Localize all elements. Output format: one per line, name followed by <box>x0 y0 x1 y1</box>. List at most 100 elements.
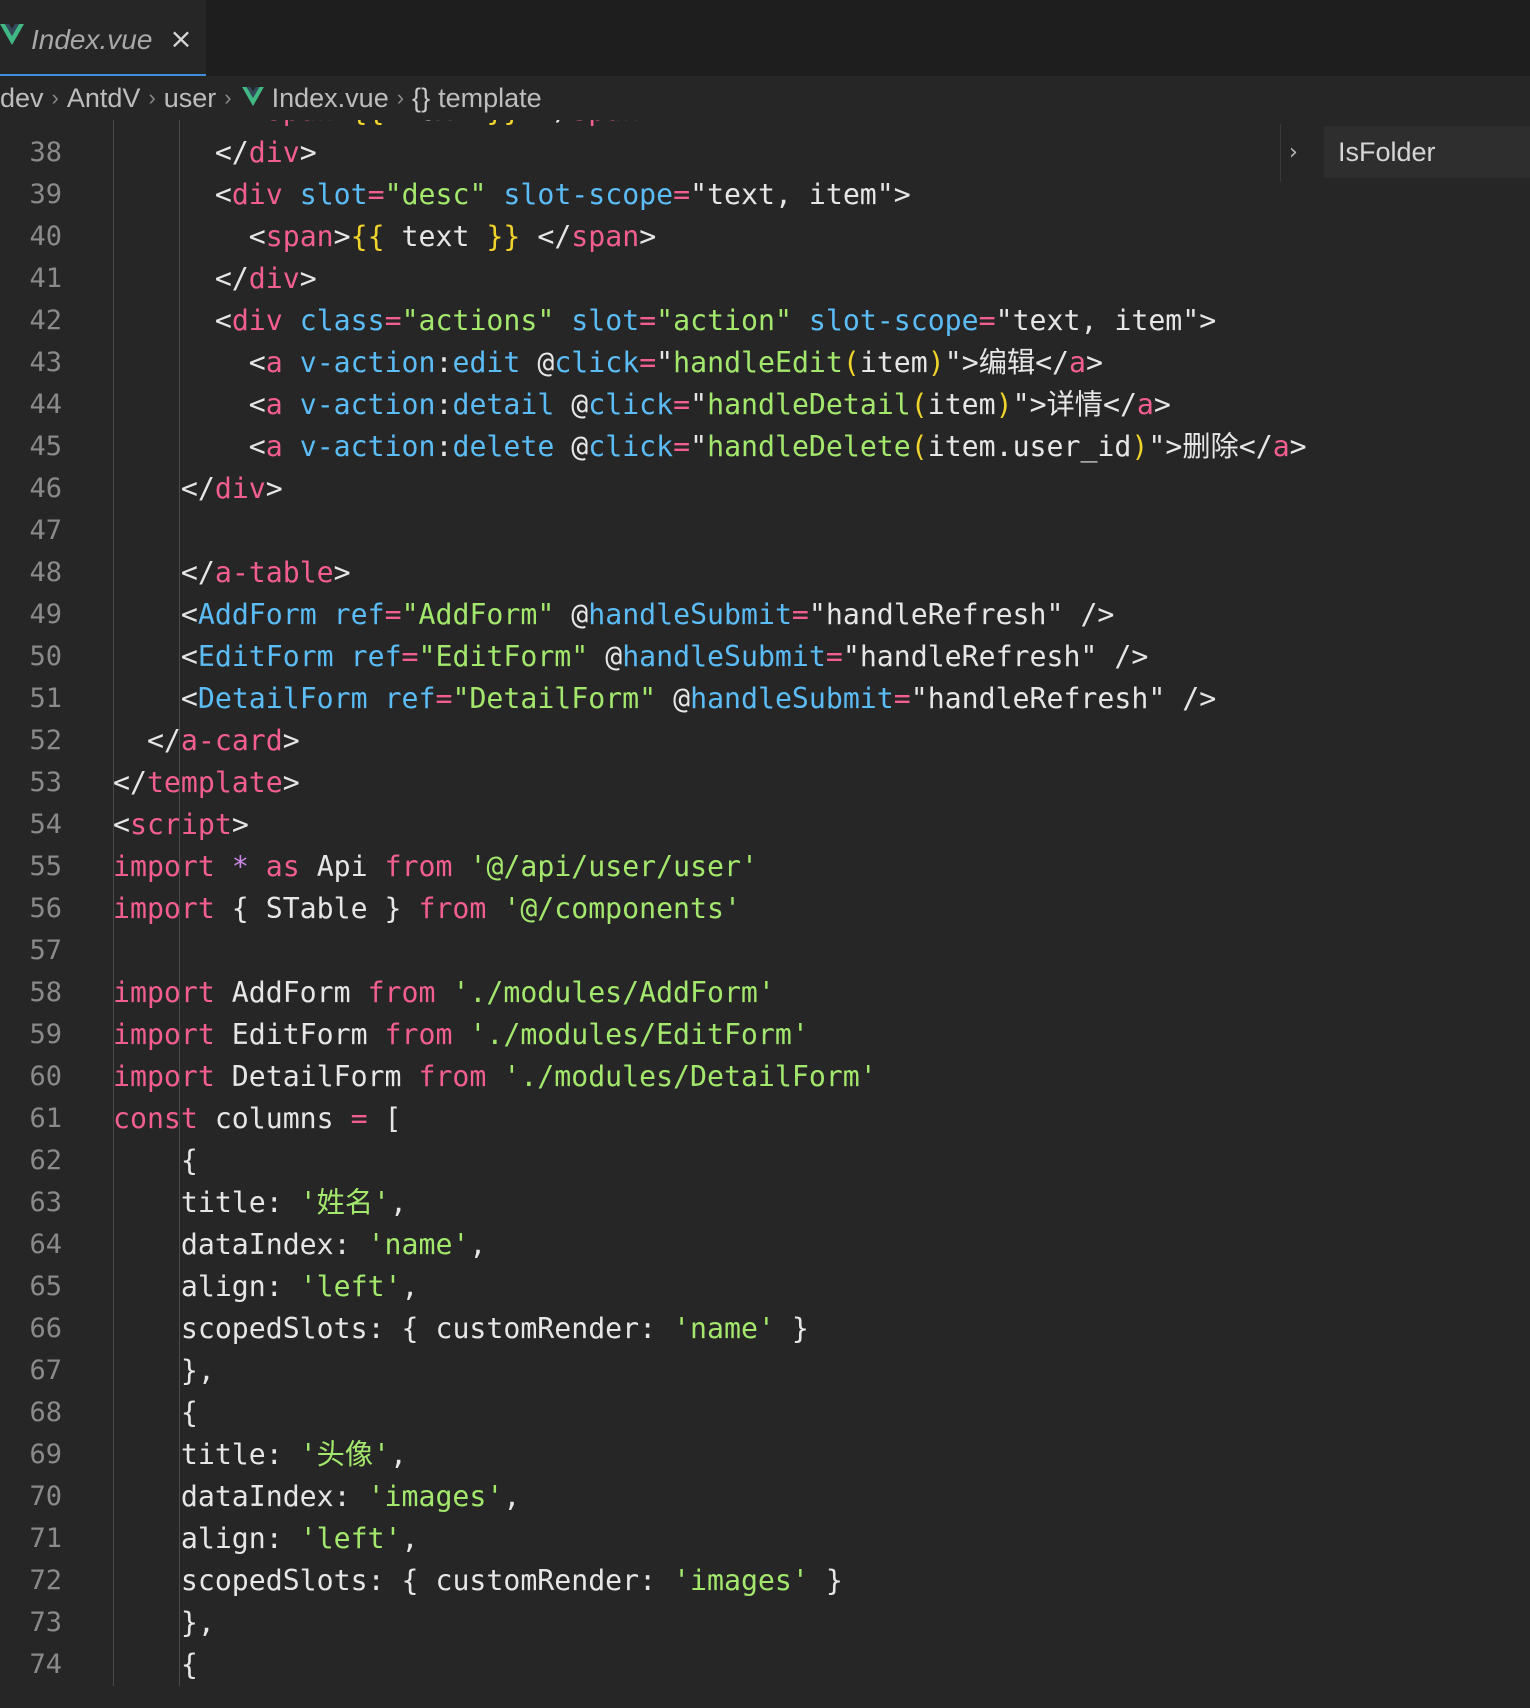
code-text: <a v-action:delete @click="handleDelete(… <box>248 430 1307 463</box>
line-number: 47 <box>29 515 62 546</box>
line-number: 61 <box>29 1103 62 1134</box>
code-text: title: '头像', <box>180 1438 408 1471</box>
breadcrumb-item-user[interactable]: user <box>164 83 217 114</box>
code-line[interactable]: 44 <a v-action:detail @click="handleDeta… <box>0 384 1530 426</box>
code-line[interactable]: 60 import DetailForm from './modules/Deta… <box>0 1056 1530 1098</box>
tab-bar: Index.vue × <box>0 0 1530 76</box>
code-line[interactable]: 61 const columns = [ <box>0 1098 1530 1140</box>
code-text: </div> <box>214 262 317 295</box>
code-text: <a v-action:detail @click="handleDetail(… <box>248 388 1171 421</box>
line-number: 65 <box>29 1271 62 1302</box>
code-line[interactable]: 54 <script> <box>0 804 1530 846</box>
breadcrumb-item-template[interactable]: template <box>438 83 542 114</box>
code-line[interactable]: 66 scopedSlots: { customRender: 'name' } <box>0 1308 1530 1350</box>
line-number: 74 <box>29 1649 62 1680</box>
chevron-right-icon: › <box>148 85 156 110</box>
code-line[interactable]: 57 <box>0 930 1530 972</box>
code-text: align: 'left', <box>180 1270 419 1303</box>
line-number: 67 <box>29 1355 62 1386</box>
code-text: import DetailForm from './modules/Detail… <box>113 1060 877 1093</box>
code-line[interactable]: 69 title: '头像', <box>0 1434 1530 1476</box>
code-line[interactable]: 49 <AddForm ref="AddForm" @handleSubmit=… <box>0 594 1530 636</box>
code-line[interactable]: 58 import AddForm from './modules/AddForm… <box>0 972 1530 1014</box>
vue-icon <box>241 83 264 114</box>
line-number: 68 <box>29 1397 62 1428</box>
code-text: <DetailForm ref="DetailForm" @handleSubm… <box>180 682 1217 715</box>
line-number: 45 <box>29 431 62 462</box>
line-number: 41 <box>29 263 62 294</box>
code-text: <script> <box>113 808 249 841</box>
vue-icon <box>0 24 24 50</box>
code-text: }, <box>113 1354 215 1387</box>
code-line[interactable]: 63 title: '姓名', <box>0 1182 1530 1224</box>
code-text: dataIndex: 'images', <box>180 1480 521 1513</box>
close-icon[interactable]: × <box>166 22 196 56</box>
code-line[interactable]: 50 <EditForm ref="EditForm" @handleSubmi… <box>0 636 1530 678</box>
code-line[interactable]: 40 <span>{{ text }} </span> <box>0 216 1530 258</box>
code-line[interactable]: 42 <div class="actions" slot="action" sl… <box>0 300 1530 342</box>
code-text: import AddForm from './modules/AddForm' <box>113 976 775 1009</box>
line-number: 49 <box>29 599 62 630</box>
chevron-right-icon: › <box>224 85 232 110</box>
code-line[interactable]: 64 dataIndex: 'name', <box>0 1224 1530 1266</box>
code-editor[interactable]: 37 <span>{{ text }} </span> 38 </div> 39 <… <box>0 120 1530 1708</box>
code-line[interactable]: 47 <box>0 510 1530 552</box>
code-line[interactable]: 59 import EditForm from './modules/EditFo… <box>0 1014 1530 1056</box>
breadcrumb-item-index-vue[interactable]: Index.vue <box>272 83 389 114</box>
code-line[interactable]: 52 </a-card> <box>0 720 1530 762</box>
code-line[interactable]: 41 </div> <box>0 258 1530 300</box>
code-line[interactable]: 45 <a v-action:delete @click="handleDele… <box>0 426 1530 468</box>
braces-icon: {} <box>412 82 431 113</box>
breadcrumb: dev › AntdV › user › Index.vue › {} temp… <box>0 76 1530 120</box>
line-number: 60 <box>29 1061 62 1092</box>
code-line[interactable]: 71 align: 'left', <box>0 1518 1530 1560</box>
breadcrumb-item-dev[interactable]: dev <box>0 83 44 114</box>
breadcrumb-item-antdv[interactable]: AntdV <box>67 83 141 114</box>
code-line[interactable]: 67 }, <box>0 1350 1530 1392</box>
code-line[interactable]: 55 import * as Api from '@/api/user/user' <box>0 846 1530 888</box>
tab-label: Index.vue <box>31 24 153 55</box>
code-line[interactable]: 43 <a v-action:edit @click="handleEdit(i… <box>0 342 1530 384</box>
line-number: 56 <box>29 893 62 924</box>
indent-guide <box>113 120 114 1686</box>
code-line[interactable]: 74 { <box>0 1644 1530 1686</box>
code-text: align: 'left', <box>180 1522 419 1555</box>
code-text: <span>{{ text }} </span> <box>248 220 657 253</box>
code-text: <div slot="desc" slot-scope="text, item"… <box>214 178 911 211</box>
code-text: </template> <box>113 766 300 799</box>
code-line[interactable]: 56 import { STable } from '@/components' <box>0 888 1530 930</box>
line-number: 55 <box>29 851 62 882</box>
chevron-right-icon[interactable]: › <box>1289 138 1313 168</box>
line-number: 53 <box>29 767 62 798</box>
code-line[interactable]: 65 align: 'left', <box>0 1266 1530 1308</box>
code-line[interactable]: 73 }, <box>0 1602 1530 1644</box>
outline-label[interactable]: IsFolder <box>1324 126 1530 178</box>
line-number: 63 <box>29 1187 62 1218</box>
code-lines: 37 <span>{{ text }} </span> 38 </div> 39 <… <box>0 120 1530 1686</box>
code-line[interactable]: 72 scopedSlots: { customRender: 'images'… <box>0 1560 1530 1602</box>
code-text: </div> <box>214 136 317 169</box>
line-number: 70 <box>29 1481 62 1512</box>
code-line[interactable]: 70 dataIndex: 'images', <box>0 1476 1530 1518</box>
code-text: <AddForm ref="AddForm" @handleSubmit="ha… <box>180 598 1115 631</box>
code-text: { <box>113 1648 198 1681</box>
code-line[interactable]: 68 { <box>0 1392 1530 1434</box>
code-line[interactable]: 51 <DetailForm ref="DetailForm" @handleS… <box>0 678 1530 720</box>
code-text: const columns = [ <box>113 1102 402 1135</box>
code-text: import { STable } from '@/components' <box>113 892 741 925</box>
line-number: 50 <box>29 641 62 672</box>
line-number: 57 <box>29 935 62 966</box>
tab-index-vue[interactable]: Index.vue × <box>0 0 206 76</box>
code-text: scopedSlots: { customRender: 'images' } <box>180 1564 843 1597</box>
code-text: </a-card> <box>146 724 300 757</box>
code-line[interactable]: 48 </a-table> <box>0 552 1530 594</box>
code-line[interactable]: 46 </div> <box>0 468 1530 510</box>
code-text: <a v-action:edit @click="handleEdit(item… <box>248 346 1103 379</box>
code-line[interactable]: 53 </template> <box>0 762 1530 804</box>
line-number: 54 <box>29 809 62 840</box>
code-text: import EditForm from './modules/EditForm… <box>113 1018 809 1051</box>
line-number: 48 <box>29 557 62 588</box>
line-number: 59 <box>29 1019 62 1050</box>
line-number: 37 <box>0 120 62 132</box>
code-line[interactable]: 62 { <box>0 1140 1530 1182</box>
